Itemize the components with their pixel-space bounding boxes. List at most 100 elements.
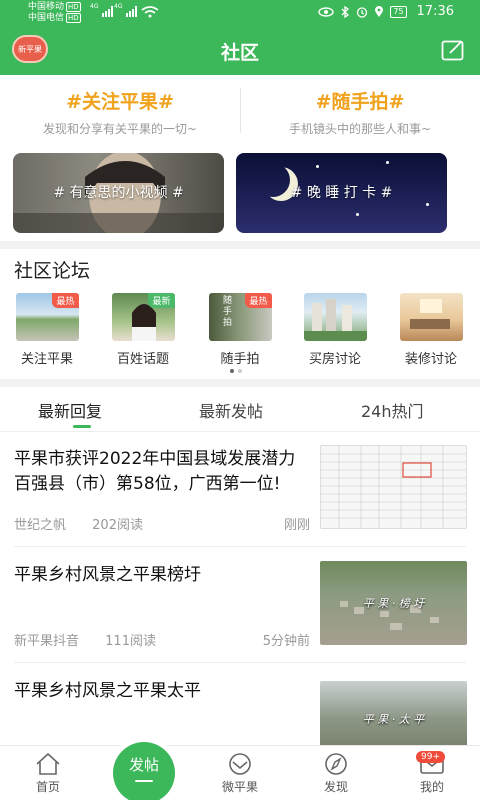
alarm-icon [357, 6, 368, 18]
fab-bar [135, 780, 153, 782]
post-thumbnail: 平 果 · 榜 圩 [320, 561, 467, 645]
section-separator [0, 379, 480, 387]
star-icon [356, 213, 359, 216]
page-dot [230, 369, 234, 373]
tab-bar: 最新回复 最新发帖 24h热门 [0, 388, 480, 432]
forum-item-label: 随手拍 [220, 352, 260, 367]
carrier-1: 中国移动 [28, 2, 65, 12]
bottom-navigation: 首页 微平果 发现 我的 99+ [0, 745, 480, 800]
active-tab-indicator [73, 425, 91, 428]
post-time: 5分钟前 [262, 634, 310, 649]
post-author: 新平果抖音 [14, 634, 80, 649]
post-title: 平果乡村风景之平果太平 [14, 681, 201, 701]
top-header: 中国移动 HD 中国电信 HD 4G 4G 75 17:36 新平果 社区 [0, 0, 480, 75]
signal-icon: 4G [90, 3, 113, 17]
star-icon [426, 203, 429, 206]
post-time: 刚刚 [283, 518, 310, 533]
thumbnail-caption: 平 果 · 太 平 [362, 713, 425, 726]
topic-title: #关注平果# [66, 91, 174, 113]
post-fab-button[interactable]: 发帖 [108, 737, 180, 800]
forum-item-label: 装修讨论 [404, 352, 457, 367]
divider [240, 88, 241, 133]
star-icon [316, 165, 319, 168]
hot-tag: 最热 [52, 293, 79, 308]
location-icon [375, 5, 384, 17]
signal-icon: 4G [114, 3, 137, 17]
forum-image: 随手拍 最热 [208, 293, 272, 341]
new-tag: 最新 [148, 293, 175, 308]
nav-home[interactable]: 首页 [18, 752, 78, 795]
post-item[interactable]: 平果乡村风景之平果榜圩 新平果抖音 111阅读 5分钟前 平 果 · 榜 圩 [0, 561, 480, 663]
forum-image [399, 293, 463, 341]
banner-label: # 有意思的小视频 # [53, 185, 184, 201]
topic-follow-pingguo[interactable]: #关注平果# 发现和分享有关平果的一切~ [0, 75, 240, 145]
forum-item-follow-pingguo[interactable]: 最热 关注平果 [14, 293, 80, 367]
network-type: 4G [90, 3, 99, 10]
banner-late-night-checkin[interactable]: # 晚 睡 打 卡 # [236, 153, 447, 233]
status-bar: 中国移动 HD 中国电信 HD 4G 4G 75 17:36 [0, 0, 480, 26]
forum-item-public-topics[interactable]: 最新 百姓话题 [110, 293, 176, 367]
forum-item-decoration[interactable]: 装修讨论 [398, 293, 464, 367]
topic-subtitle: 发现和分享有关平果的一切~ [42, 122, 198, 136]
carrier-2: 中国电信 [28, 13, 65, 23]
network-type: 4G [114, 3, 123, 10]
post-reads: 202阅读 [92, 518, 143, 533]
forum-item-label: 百姓话题 [116, 352, 169, 367]
thumbnail-caption: 平 果 · 榜 圩 [362, 597, 425, 610]
hot-tag: 最热 [245, 293, 272, 308]
nav-label: 首页 [35, 780, 60, 794]
topic-title: #随手拍# [315, 91, 405, 113]
nav-discover[interactable]: 发现 [306, 752, 366, 795]
nav-wei-pingguo[interactable]: 微平果 [210, 752, 270, 795]
fab-label: 发帖 [128, 756, 159, 774]
nav-mine[interactable]: 我的 99+ [402, 751, 462, 795]
post-item[interactable]: 平果市获评2022年中国县域发展潜力百强县（市）第58位，广西第一位! 世纪之帆… [0, 445, 480, 547]
table-image [321, 446, 466, 528]
post-fab-inner: 发帖 [113, 742, 175, 800]
post-title: 平果市获评2022年中国县域发展潜力百强县（市）第58位，广西第一位! [14, 449, 296, 494]
edit-icon[interactable] [441, 39, 465, 61]
post-title: 平果乡村风景之平果榜圩 [14, 565, 201, 585]
notification-badge: 99+ [416, 751, 445, 763]
hd-badge: HD [66, 13, 81, 23]
topic-snapshot[interactable]: #随手拍# 手机镜头中的那些人和事~ [240, 75, 480, 145]
post-thumbnail [320, 445, 467, 529]
banner-fun-videos[interactable]: # 有意思的小视频 # [13, 153, 224, 233]
compass-icon [325, 753, 347, 775]
nav-label: 发现 [323, 780, 348, 794]
nav-label: 我的 [419, 780, 444, 794]
star-icon [386, 161, 389, 164]
forum-item-label: 关注平果 [20, 352, 73, 367]
forum-item-snapshot[interactable]: 随手拍 最热 随手拍 [207, 293, 273, 367]
divider [14, 662, 466, 663]
post-author: 世纪之帆 [14, 518, 67, 533]
forum-image: 最热 [15, 293, 79, 341]
post-reads: 111阅读 [105, 634, 156, 649]
page-title: 社区 [220, 42, 259, 64]
divider [14, 546, 466, 547]
carousel-indicator [230, 369, 242, 373]
battery-indicator: 75 [390, 5, 407, 18]
tab-latest-post[interactable]: 最新发帖 [199, 398, 263, 422]
wei-pingguo-icon [229, 753, 251, 775]
post-meta: 新平果抖音 111阅读 5分钟前 [14, 630, 310, 649]
section-separator [0, 241, 480, 249]
status-right: 75 17:36 [318, 4, 454, 19]
forum-section-title: 社区论坛 [14, 260, 91, 282]
page-dot [238, 369, 242, 373]
tab-24h-hot[interactable]: 24h热门 [361, 398, 424, 422]
app-screen: 中国移动 HD 中国电信 HD 4G 4G 75 17:36 新平果 社区 #关… [0, 0, 480, 800]
nav-label: 微平果 [221, 780, 258, 794]
banner-label: # 晚 睡 打 卡 # [290, 185, 393, 201]
topic-subtitle: 手机镜头中的那些人和事~ [288, 122, 432, 136]
home-icon [36, 752, 60, 775]
forum-image: 最新 [111, 293, 175, 341]
forum-image [303, 293, 367, 341]
wifi-icon [141, 6, 159, 18]
tab-latest-reply[interactable]: 最新回复 [38, 398, 102, 422]
clock: 17:36 [416, 4, 454, 19]
forum-item-housing[interactable]: 买房讨论 [302, 293, 368, 367]
carrier-info: 中国移动 HD 中国电信 HD [28, 2, 81, 24]
forum-item-label: 买房讨论 [308, 352, 361, 367]
bluetooth-icon [341, 5, 350, 18]
